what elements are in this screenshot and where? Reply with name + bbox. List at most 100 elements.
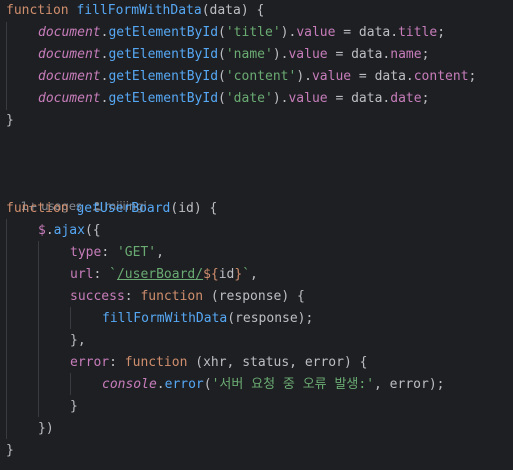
code-token: function: [140, 289, 211, 304]
code-token: `: [242, 267, 251, 282]
code-token: function: [124, 355, 196, 370]
code-token: ).: [280, 25, 297, 40]
code-token: ({: [84, 223, 101, 238]
code-token: `: [109, 267, 117, 282]
code-token: '서버 요청 중 오류 발생:': [211, 377, 375, 392]
indent-guide: [6, 22, 7, 110]
code-token: :: [93, 267, 110, 282]
code-token: ,: [250, 267, 258, 282]
code-line[interactable]: document.getElementById('name').value = …: [38, 44, 429, 66]
code-token: }): [38, 421, 54, 436]
code-token: :: [124, 289, 141, 304]
code-token: title: [398, 25, 438, 40]
code-line[interactable]: }: [6, 110, 14, 132]
code-token: id: [218, 267, 235, 282]
code-token: (: [218, 47, 226, 62]
code-token: ;: [437, 25, 446, 40]
code-token: (: [218, 91, 226, 106]
code-token: .: [45, 223, 54, 238]
code-token: (data) {: [201, 3, 265, 18]
code-line[interactable]: type: 'GET',: [70, 242, 164, 264]
code-line[interactable]: function getUserBoard(id) {: [6, 198, 217, 220]
code-token: error: [164, 377, 204, 392]
code-editor[interactable]: 1+ usages miiiingi function fillFormWithD…: [0, 0, 513, 470]
code-token: },: [70, 333, 86, 348]
code-token: 'date': [225, 91, 273, 106]
indent-guide: [38, 241, 39, 417]
code-token: document: [38, 69, 101, 84]
code-token: }: [70, 399, 78, 414]
code-token: date: [390, 91, 422, 106]
code-token: }: [6, 113, 14, 128]
code-token: ;: [421, 47, 430, 62]
code-token: (response);: [227, 311, 314, 326]
code-token: fillFormWithData: [76, 3, 202, 18]
code-token: document: [38, 91, 101, 106]
code-token: , error);: [374, 377, 445, 392]
code-token: (: [218, 25, 226, 40]
code-token: name: [390, 47, 422, 62]
code-token: value: [311, 69, 352, 84]
code-line[interactable]: console.error('서버 요청 중 오류 발생:', error);: [102, 374, 444, 396]
code-line[interactable]: document.getElementById('content').value…: [38, 66, 476, 88]
code-line[interactable]: }: [6, 440, 14, 462]
code-token: = data.: [351, 69, 414, 84]
code-line[interactable]: success: function (response) {: [70, 286, 305, 308]
code-token: content: [413, 69, 469, 84]
indent-guide: [70, 307, 71, 329]
code-token: = data.: [335, 25, 399, 40]
code-token: = data.: [327, 47, 391, 62]
indent-guide: [6, 219, 7, 439]
code-line[interactable]: $.ajax({: [38, 220, 101, 242]
code-token: ajax: [53, 223, 85, 238]
code-token: .: [156, 377, 165, 392]
code-token: getElementById: [108, 91, 219, 106]
code-token: ).: [272, 47, 289, 62]
code-token: function: [6, 3, 77, 18]
usage-hint[interactable]: 1+ usages miiiingi: [6, 176, 147, 213]
code-token: function: [6, 201, 77, 216]
code-token: ${: [203, 267, 219, 282]
code-token: 'name': [225, 47, 273, 62]
code-token: getElementById: [108, 25, 219, 40]
code-line[interactable]: document.getElementById('date').value = …: [38, 88, 429, 110]
code-token: (id) {: [170, 201, 218, 216]
code-token: value: [288, 91, 328, 106]
code-token: 'GET': [116, 245, 157, 260]
code-token: value: [288, 47, 328, 62]
code-token: :: [101, 245, 117, 260]
code-token: ;: [468, 69, 477, 84]
code-token: getElementById: [108, 69, 219, 84]
code-line[interactable]: }): [38, 418, 54, 440]
code-token: ,: [156, 245, 164, 260]
code-token: getUserBoard: [76, 201, 171, 216]
code-token: }: [6, 443, 14, 458]
indent-guide: [70, 373, 71, 395]
code-token: ;: [421, 91, 430, 106]
code-token: ).: [272, 91, 289, 106]
code-token: = data.: [327, 91, 391, 106]
code-token: ).: [296, 69, 312, 84]
code-token: (: [203, 377, 212, 392]
code-token: console: [102, 377, 157, 392]
code-line[interactable]: }: [70, 396, 78, 418]
code-line[interactable]: function fillFormWithData(data) {: [6, 0, 264, 22]
code-token: (response) {: [210, 289, 305, 304]
code-line[interactable]: },: [70, 330, 86, 352]
code-line[interactable]: document.getElementById('title').value =…: [38, 22, 445, 44]
code-token: url: [70, 267, 94, 282]
code-token: error: [70, 355, 110, 370]
code-line[interactable]: error: function (xhr, status, error) {: [70, 352, 367, 374]
code-line[interactable]: url: `/userBoard/${id}`,: [70, 264, 258, 286]
code-token: (: [218, 69, 226, 84]
code-token: document: [38, 47, 101, 62]
code-token: success: [70, 289, 125, 304]
code-token: $: [38, 223, 46, 238]
code-token: 'title': [225, 25, 281, 40]
code-token: value: [296, 25, 336, 40]
code-token: document: [38, 25, 101, 40]
code-line[interactable]: fillFormWithData(response);: [102, 308, 313, 330]
code-token: type: [70, 245, 102, 260]
code-token: 'content': [225, 69, 297, 84]
code-token: getElementById: [108, 47, 219, 62]
